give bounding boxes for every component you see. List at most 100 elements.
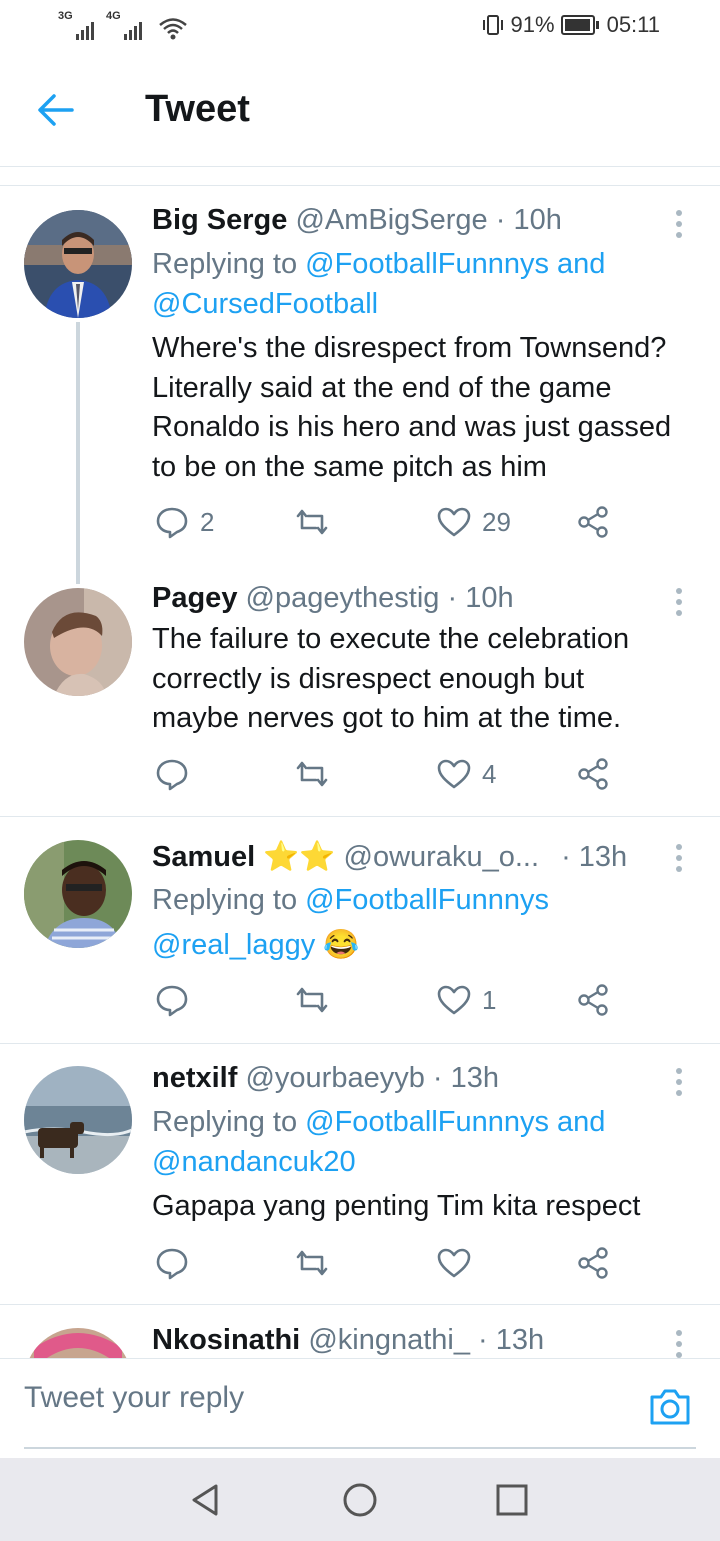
tweet-header: Samuel ⭐⭐ @owuraku_o... · 13h xyxy=(152,840,627,874)
network-label-4g: 4G xyxy=(106,10,121,22)
system-nav-bar xyxy=(0,1458,720,1541)
replying-mention-link[interactable]: @FootballFunnnys and xyxy=(305,248,605,280)
like-count: 1 xyxy=(482,984,497,1015)
kebab-menu-icon[interactable] xyxy=(676,1068,684,1101)
avatar[interactable] xyxy=(24,1328,132,1358)
user-handle[interactable]: @owuraku_o... xyxy=(344,841,539,873)
kebab-menu-icon[interactable] xyxy=(676,1330,684,1358)
user-handle[interactable]: @pageythestig xyxy=(246,582,440,614)
input-underline xyxy=(24,1447,696,1449)
app-header: Tweet xyxy=(0,54,720,167)
back-arrow-icon[interactable] xyxy=(36,92,76,128)
avatar[interactable] xyxy=(24,210,132,318)
like-button[interactable] xyxy=(436,1245,482,1281)
retweet-button[interactable] xyxy=(294,982,340,1018)
tweet-text-line: maybe nerves got to him at the time. xyxy=(152,702,622,734)
tweet-actions: 2 29 xyxy=(152,504,632,544)
reply-button[interactable] xyxy=(154,1245,200,1281)
replying-mention-link[interactable]: @FootballFunnnys and xyxy=(305,1106,605,1138)
avatar[interactable] xyxy=(24,840,132,948)
tweet-card[interactable]: Nkosinathi @kingnathi_ · 13h xyxy=(0,1304,720,1358)
like-icon xyxy=(437,507,471,537)
user-handle[interactable]: @kingnathi_ xyxy=(308,1324,470,1356)
divider xyxy=(0,1043,720,1044)
like-button[interactable]: 1 xyxy=(436,982,496,1018)
divider xyxy=(0,185,720,186)
display-name[interactable]: Samuel xyxy=(152,841,255,873)
tweet-text-line: Ronaldo is his hero and was just gassed xyxy=(152,411,672,443)
reply-icon xyxy=(156,507,188,539)
share-icon xyxy=(578,984,608,1016)
reply-icon xyxy=(156,1248,188,1280)
nav-recents-icon[interactable] xyxy=(492,1480,532,1520)
avatar[interactable] xyxy=(24,1066,132,1174)
like-icon xyxy=(437,1248,471,1278)
replying-to: Replying to @FootballFunnnys and @Cursed… xyxy=(152,244,605,324)
retweet-button[interactable] xyxy=(294,504,340,540)
tweet-time: · 13h xyxy=(478,1324,545,1356)
tweet-header: netxilf @yourbaeyyb · 13h xyxy=(152,1062,499,1095)
replying-mention-link[interactable]: @FootballFunnnys xyxy=(305,884,549,916)
like-icon xyxy=(437,759,471,789)
share-button[interactable] xyxy=(576,504,612,540)
like-button[interactable]: 4 xyxy=(436,756,496,792)
wifi-icon xyxy=(159,18,187,40)
tweet-header: Big Serge @AmBigSerge · 10h xyxy=(152,204,562,237)
share-icon xyxy=(578,1247,608,1279)
retweet-icon xyxy=(296,509,328,535)
share-button[interactable] xyxy=(576,982,612,1018)
signal-3g-icon: 3G xyxy=(58,10,94,40)
replying-mention-link[interactable]: @nandancuk20 xyxy=(152,1146,356,1178)
replying-mention-link[interactable]: @CursedFootball xyxy=(152,288,378,320)
retweet-button[interactable] xyxy=(294,756,340,792)
tweet-time: · 10h xyxy=(495,204,562,236)
display-name[interactable]: Pagey xyxy=(152,582,237,614)
divider xyxy=(0,816,720,817)
name-emoji: ⭐⭐ xyxy=(263,841,336,873)
tweet-time: · 13h xyxy=(561,841,628,873)
like-count: 29 xyxy=(482,506,511,537)
display-name[interactable]: Nkosinathi xyxy=(152,1324,300,1356)
tweet-actions xyxy=(152,1245,632,1285)
kebab-menu-icon[interactable] xyxy=(676,210,684,243)
tweet-text-line: correctly is disrespect enough but xyxy=(152,662,584,695)
retweet-icon xyxy=(296,761,328,787)
reply-icon xyxy=(156,985,188,1017)
kebab-menu-icon[interactable] xyxy=(676,588,684,621)
replying-label: Replying to xyxy=(152,1106,298,1138)
reply-count: 2 xyxy=(200,506,215,537)
reply-button[interactable] xyxy=(154,756,200,792)
reply-button[interactable] xyxy=(154,982,200,1018)
camera-icon[interactable] xyxy=(648,1387,692,1427)
tweet-header: Pagey @pageythestig · 10h xyxy=(152,582,514,615)
retweet-button[interactable] xyxy=(294,1245,340,1281)
battery-percent: 91% xyxy=(510,12,555,37)
display-name[interactable]: netxilf xyxy=(152,1062,237,1094)
mention-link[interactable]: @real_laggy xyxy=(152,929,315,961)
status-bar: 3G 4G 91% 05:11 xyxy=(0,0,720,54)
tweet-actions: 4 xyxy=(152,756,632,796)
nav-home-icon[interactable] xyxy=(340,1480,380,1520)
page-title: Tweet xyxy=(145,88,250,130)
share-button[interactable] xyxy=(576,1245,612,1281)
clock: 05:11 xyxy=(606,12,660,37)
reply-input[interactable]: Tweet your reply xyxy=(24,1381,244,1415)
tweet-header: Nkosinathi @kingnathi_ · 13h xyxy=(152,1324,544,1357)
like-button[interactable]: 29 xyxy=(436,504,511,540)
retweet-icon xyxy=(296,987,328,1013)
display-name[interactable]: Big Serge xyxy=(152,204,287,236)
share-icon xyxy=(578,758,608,790)
retweet-icon xyxy=(296,1250,328,1276)
share-button[interactable] xyxy=(576,756,612,792)
reply-button[interactable]: 2 xyxy=(154,504,214,540)
nav-back-icon[interactable] xyxy=(186,1480,226,1520)
tweet-actions: 1 xyxy=(152,982,632,1022)
like-count: 4 xyxy=(482,758,497,789)
tweet-text-line: The failure to execute the celebration xyxy=(152,623,630,655)
user-handle[interactable]: @yourbaeyyb xyxy=(245,1062,424,1094)
tweet-text: The failure to execute the celebration c… xyxy=(152,620,702,739)
user-handle[interactable]: @AmBigSerge xyxy=(295,204,487,236)
avatar[interactable] xyxy=(24,588,132,696)
vibrate-icon xyxy=(482,15,503,35)
kebab-menu-icon[interactable] xyxy=(676,844,684,877)
